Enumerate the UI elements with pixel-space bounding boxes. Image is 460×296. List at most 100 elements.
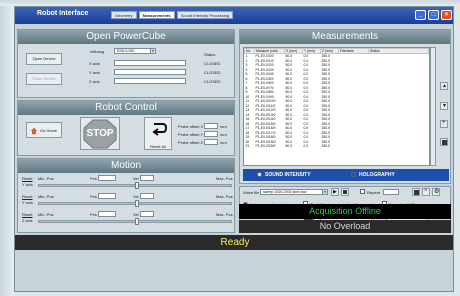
save-list-button[interactable]: [440, 138, 448, 146]
y-axis-label: Y axis: [89, 70, 100, 75]
save-icon: [442, 140, 447, 145]
repeat-field[interactable]: [383, 189, 399, 195]
table-cell: [339, 144, 369, 149]
table-cell: 250.0: [321, 144, 331, 148]
open-device-button[interactable]: Open Device: [26, 53, 62, 65]
probe-offset-z-label: Probe offset Z: [178, 140, 204, 145]
tab-geometry[interactable]: Geometry: [111, 11, 137, 19]
repeat-checkbox[interactable]: [360, 189, 365, 194]
probe-offset-z-unit: mm: [220, 140, 227, 145]
play-wave-button[interactable]: ▶: [331, 188, 339, 196]
table-cell: 21: [245, 144, 250, 148]
chevron-down-icon: ▼: [150, 49, 155, 53]
title-bar: Robot Interface Geometry Measurements So…: [15, 7, 453, 24]
motion-pos-field-1[interactable]: [98, 175, 116, 181]
holography-radio[interactable]: [351, 172, 356, 177]
table-row[interactable]: 21 P1-E0-0/20/0 50.0 0.0 250.0: [245, 144, 429, 149]
motion-pos-label-3: Pos: [90, 212, 97, 217]
motion-slider-3[interactable]: [38, 218, 232, 225]
motion-slider-2[interactable]: [38, 200, 232, 207]
measurements-panel: Measurements No Measure point X (mm) Y (…: [239, 29, 451, 184]
probe-offset-y-field[interactable]: [204, 131, 218, 137]
z-axis-label: Z axis: [89, 79, 100, 84]
add-row-button[interactable]: +: [440, 120, 448, 128]
overload-status: No Overload: [239, 220, 451, 233]
measurements-body: 1 P1-E0-0/0/0 50.0 0.0 250.0 2 P1-E0-0/1/0 50.0…: [245, 54, 429, 149]
bottom-area: [15, 250, 453, 291]
window-controls: _ □ ×: [415, 10, 452, 20]
measurements-table[interactable]: No Measure point X (mm) Y (mm) Z (mm) Fi…: [243, 47, 430, 166]
initbaud-value: ESD:0,250: [117, 49, 135, 53]
motion-max-label-1: Max. Pos: [216, 176, 233, 181]
motion-slider-thumb-1[interactable]: [135, 182, 139, 189]
close-device-button[interactable]: Close Device: [26, 73, 62, 85]
probe-offset-x-field[interactable]: [204, 123, 218, 129]
wave-settings-button[interactable]: ⚙: [432, 188, 440, 196]
motion-slider-thumb-2[interactable]: [135, 200, 139, 207]
go-home-button[interactable]: Go Home: [26, 122, 62, 138]
stop-wave-button[interactable]: [341, 188, 349, 196]
x-axis-field[interactable]: [114, 60, 186, 66]
minimize-button[interactable]: _: [415, 10, 426, 20]
delete-icon: ×: [424, 188, 428, 194]
motion-min-label-1: Min. Pos: [38, 176, 54, 181]
move-up-button[interactable]: ▲: [440, 82, 448, 90]
tab-sound-intensity-processing[interactable]: Sound Intensity Processing: [176, 11, 234, 19]
motion-pos-label-1: Pos: [90, 176, 97, 181]
x-axis-status: CLOSED: [204, 61, 221, 66]
motion-vel-label-1: Vel: [133, 176, 139, 181]
motion-min-label-2: Min. Pos: [38, 194, 54, 199]
motion-vel-field-2[interactable]: [140, 193, 154, 199]
tab-strip: Geometry Measurements Sound Intensity Pr…: [111, 11, 234, 19]
arrow-down-icon: ▼: [442, 103, 447, 109]
motion-reset-2[interactable]: Reset: [22, 194, 32, 199]
wave-file-label: Wave file: [243, 190, 260, 195]
motion-panel: Motion Reset Min. Pos Pos Vel Max. Pos Y…: [17, 158, 235, 233]
app-window: Robot Interface Geometry Measurements So…: [14, 6, 454, 292]
motion-max-label-2: Max. Pos: [216, 194, 233, 199]
wave-delete-button[interactable]: ×: [422, 188, 430, 196]
measurements-scrollbar[interactable]: [430, 47, 436, 166]
sound-intensity-radio[interactable]: [257, 172, 262, 177]
y-axis-field[interactable]: [114, 69, 186, 75]
play-icon: ▶: [333, 189, 337, 195]
motion-slider-thumb-3[interactable]: [135, 218, 139, 225]
initbaud-select[interactable]: ESD:0,250 ▼: [114, 48, 156, 54]
close-button[interactable]: ×: [441, 10, 452, 20]
motion-max-label-3: Max. Pos: [216, 212, 233, 217]
motion-pos-field-3[interactable]: [98, 211, 116, 217]
z-axis-field[interactable]: [114, 78, 186, 84]
wave-file-select[interactable]: sweep 1000-2000 sine.wav ▼: [260, 189, 328, 195]
z-axis-status: CLOSED: [204, 79, 221, 84]
motion-reset-1[interactable]: Reset: [22, 176, 32, 181]
powercube-panel: Open PowerCube Open Device Close Device …: [17, 29, 235, 98]
reset-all-button[interactable]: Reset All: [144, 117, 172, 150]
ready-status-bar: Ready: [15, 235, 453, 250]
maximize-button[interactable]: □: [428, 10, 439, 20]
motion-vel-field-3[interactable]: [140, 211, 154, 217]
probe-offset-x-label: Probe offset X: [178, 124, 204, 129]
motion-pos-field-2[interactable]: [98, 193, 116, 199]
motion-slider-1[interactable]: [38, 182, 232, 189]
holography-label: HOLOGRAPHY: [359, 172, 395, 178]
motion-vel-field-1[interactable]: [140, 175, 154, 181]
go-home-icon: [30, 127, 38, 135]
acquisition-status: Acquisition Offline: [239, 204, 451, 218]
desktop-shadow-left: [0, 0, 14, 296]
wave-save-button[interactable]: [412, 188, 420, 196]
move-down-button[interactable]: ▼: [440, 102, 448, 110]
measurements-header: Measurements: [240, 30, 450, 44]
tab-measurements[interactable]: Measurements: [138, 11, 175, 19]
motion-reset-3[interactable]: Reset: [22, 212, 32, 217]
stop-button[interactable]: STOP: [80, 117, 120, 150]
motion-vel-label-2: Vel: [133, 194, 139, 199]
probe-offset-z-field[interactable]: [204, 139, 218, 145]
arrow-up-icon: ▲: [442, 83, 447, 89]
table-cell: 0.0: [303, 144, 309, 148]
mode-bar: SOUND INTENSITY HOLOGRAPHY: [243, 169, 449, 181]
wave-file-value: sweep 1000-2000 sine.wav: [263, 190, 307, 194]
robot-control-header: Robot Control: [18, 101, 234, 115]
table-cell: 50.0: [285, 144, 293, 148]
motion-axis-label-1: Y axis: [22, 182, 33, 187]
status-header: Status: [204, 52, 216, 57]
